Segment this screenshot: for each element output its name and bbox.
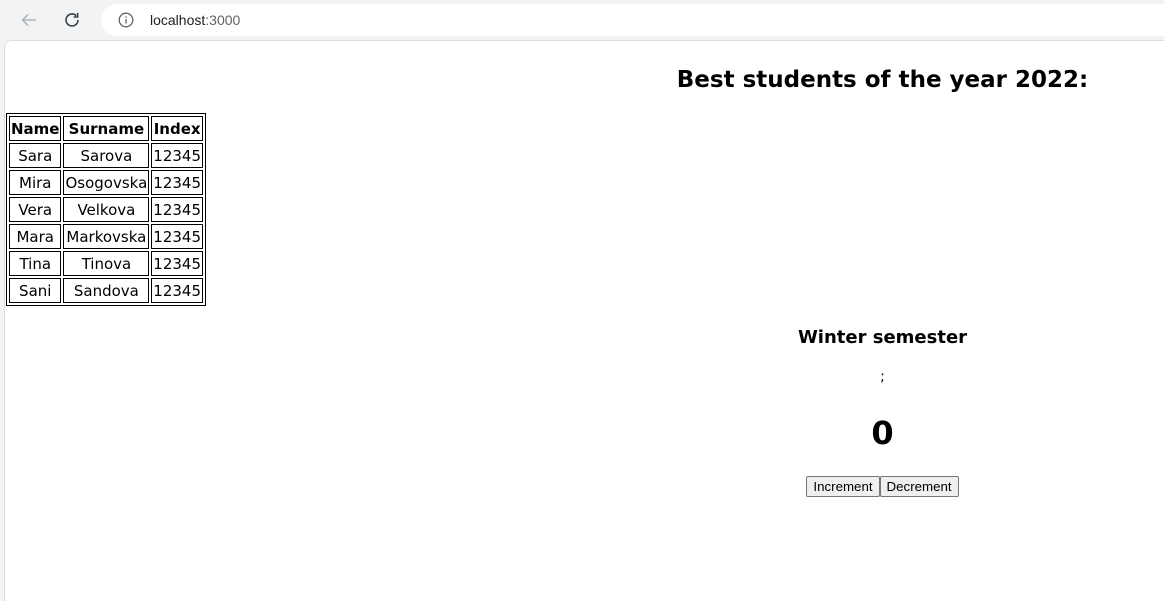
counter-value: 0	[871, 414, 894, 452]
cell-index: 12345	[151, 251, 204, 276]
cell-surname: Tinova	[63, 251, 150, 276]
cell-name: Tina	[9, 251, 62, 276]
table-row: Vera Velkova 12345	[9, 197, 204, 222]
cell-name: Mara	[9, 224, 62, 249]
reload-button[interactable]	[58, 6, 86, 34]
cell-index: 12345	[151, 170, 204, 195]
cell-surname: Sandova	[63, 278, 150, 303]
table-row: Mira Osogovska 12345	[9, 170, 204, 195]
cell-name: Sara	[9, 143, 62, 168]
cell-name: Mira	[9, 170, 62, 195]
browser-toolbar: localhost:3000	[0, 0, 1164, 40]
cell-name: Vera	[9, 197, 62, 222]
table-row: Sani Sandova 12345	[9, 278, 204, 303]
decrement-button[interactable]: Decrement	[879, 476, 959, 497]
address-bar[interactable]: localhost:3000	[101, 4, 1164, 36]
column-header-name: Name	[9, 116, 62, 141]
cell-name: Sani	[9, 278, 62, 303]
page-content: Best students of the year 2022: Name Sur…	[4, 40, 1164, 601]
cell-index: 12345	[151, 224, 204, 249]
cell-index: 12345	[151, 197, 204, 222]
back-arrow-icon	[21, 13, 36, 27]
back-button[interactable]	[15, 6, 43, 34]
students-table: Name Surname Index Sara Sarova 12345 Mir…	[6, 113, 207, 306]
table-row: Mara Markovska 12345	[9, 224, 204, 249]
cell-index: 12345	[151, 143, 204, 168]
cell-surname: Sarova	[63, 143, 150, 168]
cell-surname: Velkova	[63, 197, 150, 222]
info-icon[interactable]	[118, 12, 134, 28]
page-title: Best students of the year 2022:	[676, 67, 1089, 93]
cell-index: 12345	[151, 278, 204, 303]
cell-surname: Markovska	[63, 224, 150, 249]
separator-text: ;	[880, 369, 885, 385]
column-header-surname: Surname	[63, 116, 150, 141]
url-host: localhost	[150, 12, 206, 28]
table-row: Tina Tinova 12345	[9, 251, 204, 276]
increment-button[interactable]: Increment	[806, 476, 880, 497]
semester-heading: Winter semester	[797, 327, 968, 348]
reload-icon	[65, 13, 79, 27]
counter-controls: Increment Decrement	[605, 476, 1160, 497]
column-header-index: Index	[151, 116, 204, 141]
url-text: localhost:3000	[150, 12, 240, 28]
cell-surname: Osogovska	[63, 170, 150, 195]
url-port: :3000	[205, 12, 241, 28]
table-header-row: Name Surname Index	[9, 116, 204, 141]
table-row: Sara Sarova 12345	[9, 143, 204, 168]
